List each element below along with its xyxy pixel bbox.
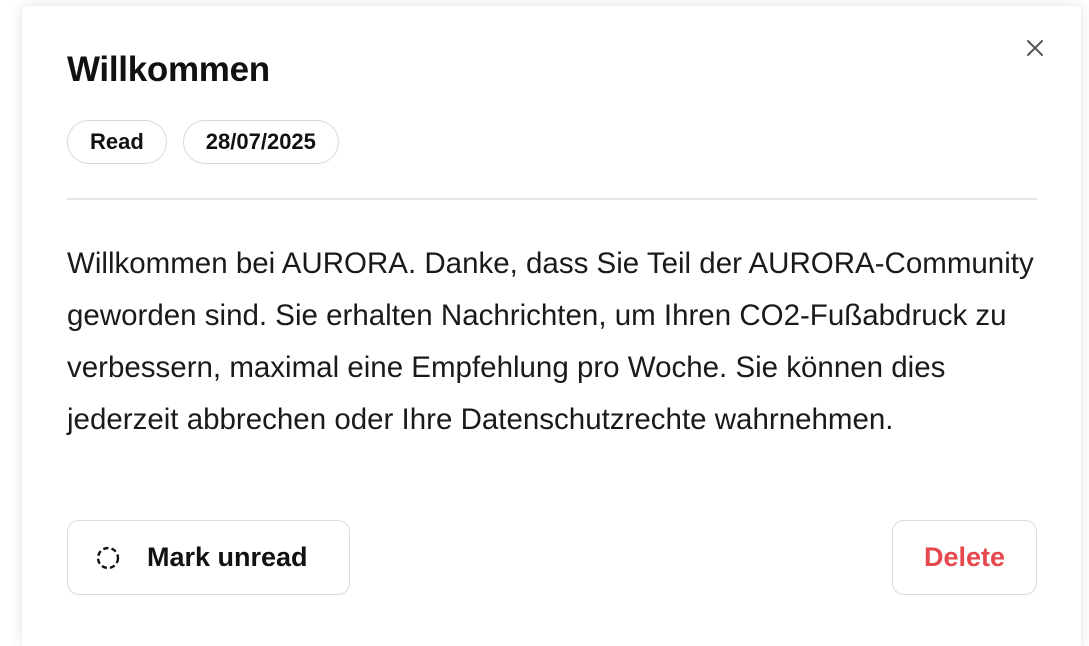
mark-unread-button[interactable]: Mark unread (67, 520, 350, 595)
status-badge: Read (67, 120, 167, 164)
delete-label: Delete (923, 542, 1006, 572)
close-button[interactable] (1021, 34, 1049, 62)
message-dialog: Willkommen Read 28/07/2025 Willkommen be… (22, 6, 1081, 646)
badge-row: Read 28/07/2025 (67, 120, 339, 164)
divider (67, 198, 1037, 200)
dashed-circle-icon (95, 545, 121, 571)
dialog-title: Willkommen (67, 50, 270, 89)
message-body: Willkommen bei AURORA. Danke, dass Sie T… (67, 247, 1034, 436)
close-icon (1027, 40, 1043, 56)
date-badge: 28/07/2025 (182, 120, 339, 164)
delete-button[interactable]: Delete (892, 520, 1037, 595)
mark-unread-label: Mark unread (147, 542, 308, 572)
